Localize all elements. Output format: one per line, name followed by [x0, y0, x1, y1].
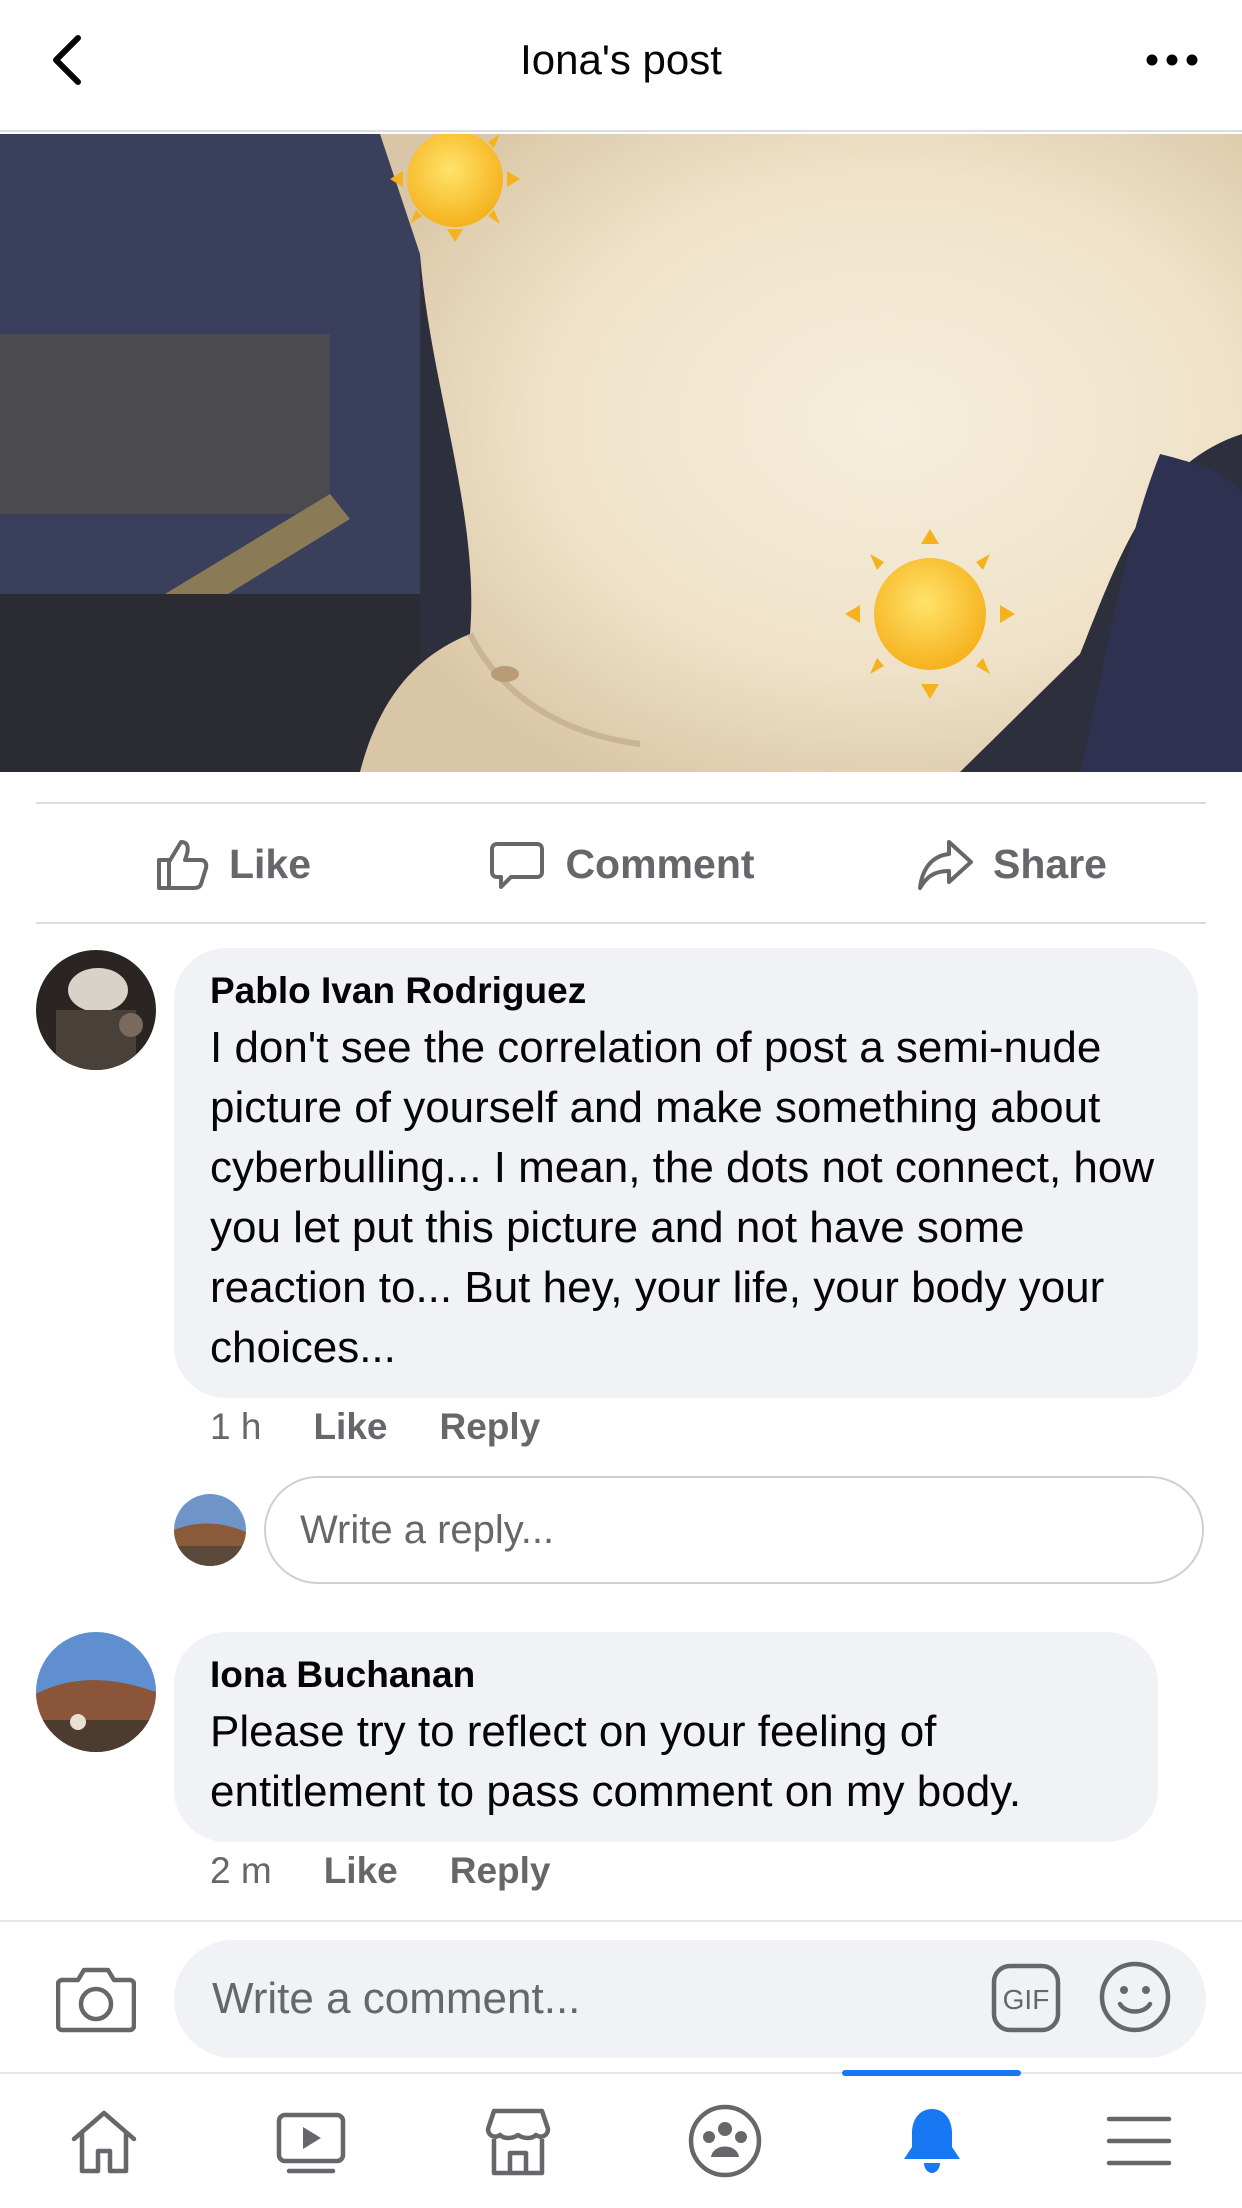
comment-bubble: Iona Buchanan Please try to reflect on y… [174, 1632, 1158, 1842]
comment-like-button[interactable]: Like [313, 1406, 387, 1448]
tab-groups[interactable] [621, 2074, 828, 2208]
share-label: Share [993, 840, 1107, 887]
comment-meta: 2 m Like Reply [210, 1850, 551, 1892]
like-label: Like [228, 840, 312, 887]
comment-button[interactable]: Comment [426, 804, 816, 924]
post-photo[interactable] [0, 134, 1242, 772]
comment-time: 1 h [210, 1406, 262, 1447]
comment-like-button[interactable]: Like [324, 1850, 398, 1892]
comment-time: 2 m [210, 1850, 272, 1891]
avatar[interactable] [36, 950, 156, 1070]
tab-home[interactable] [0, 2074, 207, 2208]
comment-reply-button[interactable]: Reply [439, 1406, 540, 1448]
comment-author[interactable]: Pablo Ivan Rodriguez [210, 970, 1162, 1012]
tab-watch[interactable] [207, 2074, 414, 2208]
avatar[interactable] [36, 1632, 156, 1752]
like-button[interactable]: Like [36, 804, 426, 924]
page-title: Iona's post [520, 36, 722, 83]
current-user-avatar [174, 1494, 246, 1566]
comment-text: Please try to reflect on your feeling of… [210, 1707, 1022, 1816]
comment-composer: Write a comment... GIF [0, 1920, 1242, 2070]
comment-text: I don't see the correlation of post a se… [210, 1023, 1155, 1372]
active-tab-indicator [842, 2070, 1021, 2076]
share-icon [918, 840, 974, 890]
share-button[interactable]: Share [816, 804, 1206, 924]
post-actions: Like Comment Share [36, 804, 1206, 924]
comment-bubble: Pablo Ivan Rodriguez I don't see the cor… [174, 948, 1198, 1398]
more-options-icon[interactable] [1142, 42, 1202, 78]
groups-icon [688, 2104, 761, 2178]
comment-meta: 1 h Like Reply [210, 1406, 540, 1448]
home-icon [71, 2110, 136, 2174]
gif-button[interactable]: GIF [990, 1962, 1062, 2034]
comment-author[interactable]: Iona Buchanan [210, 1654, 1122, 1696]
video-icon [276, 2112, 345, 2174]
divider [36, 922, 1206, 924]
emoji-icon[interactable] [1098, 1960, 1172, 2034]
tab-marketplace[interactable] [414, 2074, 621, 2208]
bell-icon [903, 2109, 960, 2173]
bottom-tab-bar [0, 2070, 1242, 2208]
reply-placeholder: Write a reply... [300, 1507, 555, 1552]
thumbs-up-icon [156, 840, 209, 890]
comment-icon [490, 842, 545, 889]
reply-input[interactable]: Write a reply... [264, 1476, 1204, 1584]
camera-icon[interactable] [55, 1962, 137, 2034]
tab-menu[interactable] [1035, 2074, 1242, 2208]
comment-reply-button[interactable]: Reply [450, 1850, 551, 1892]
menu-icon [1106, 2116, 1171, 2166]
comment-label: Comment [565, 840, 755, 887]
comment-placeholder: Write a comment... [212, 1974, 581, 2023]
top-bar: Iona's post [0, 0, 1242, 132]
marketplace-icon [485, 2108, 550, 2176]
tab-notifications[interactable] [828, 2070, 1035, 2208]
gif-label: GIF [1003, 1984, 1050, 2015]
